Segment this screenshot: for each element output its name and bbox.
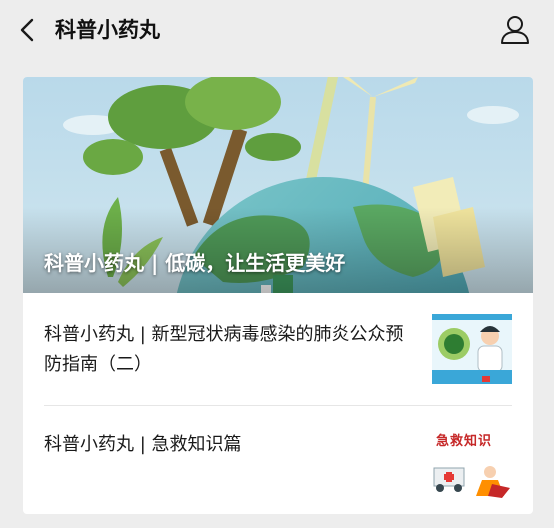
cover-article[interactable]: 科普小药丸 | 低碳，让生活更美好 [23,77,533,293]
articles-card: 科普小药丸 | 低碳，让生活更美好 科普小药丸 | 新型冠状病毒感染的肺炎公众预… [23,77,533,514]
article-thumbnail: 急救知识 [432,428,512,498]
article-item[interactable]: 科普小药丸 | 急救知识篇 急救知识 [23,406,533,514]
cover-article-title: 科普小药丸 | 低碳，让生活更美好 [44,251,346,275]
doctor-virus-illustration [432,314,512,384]
thumbnail-caption: 急救知识 [436,434,493,449]
article-item[interactable]: 科普小药丸 | 新型冠状病毒感染的肺炎公众预防指南（二） [23,293,533,405]
top-navbar: 科普小药丸 [0,0,554,60]
article-title: 科普小药丸 | 新型冠状病毒感染的肺炎公众预防指南（二） [44,324,404,375]
article-thumbnail [432,314,512,384]
article-title: 科普小药丸 | 急救知识篇 [44,434,242,455]
chevron-left-icon[interactable] [14,15,44,45]
user-icon[interactable] [498,13,532,47]
page-title: 科普小药丸 [55,18,160,42]
